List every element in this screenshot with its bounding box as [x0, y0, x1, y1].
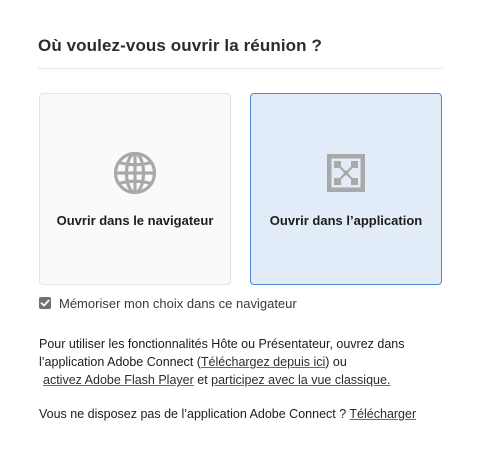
download-prefix: Vous ne disposez pas de l’application Ad… [39, 407, 350, 421]
info-line-2: l’application Adobe Connect (Téléchargez… [39, 353, 459, 371]
remember-choice-label: Mémoriser mon choix dans ce navigateur [59, 295, 297, 311]
classic-view-link[interactable]: participez avec la vue classique. [211, 373, 390, 387]
title-divider [38, 68, 443, 69]
download-from-here-link[interactable]: Téléchargez depuis ici [201, 355, 325, 369]
open-in-browser-card[interactable]: Ouvrir dans le navigateur [39, 93, 231, 285]
adobe-connect-app-icon [324, 151, 368, 195]
download-link[interactable]: Télécharger [349, 407, 416, 421]
checkmark-icon [40, 299, 50, 307]
info-line-3-mid: et [193, 373, 212, 387]
remember-choice-checkbox[interactable] [39, 297, 51, 309]
open-in-app-card[interactable]: Ouvrir dans l’application [250, 93, 442, 285]
globe-icon [113, 151, 157, 195]
download-row: Vous ne disposez pas de l’application Ad… [39, 405, 416, 423]
open-in-browser-label: Ouvrir dans le navigateur [56, 213, 214, 228]
info-line-1: Pour utiliser les fonctionnalités Hôte o… [39, 337, 405, 351]
info-line-3: activez Adobe Flash Player et participez… [39, 371, 459, 389]
dialog-title: Où voulez-vous ouvrir la réunion ? [38, 36, 322, 55]
info-line-2-prefix: l’application Adobe Connect ( [39, 355, 201, 369]
enable-flash-player-link[interactable]: activez Adobe Flash Player [43, 373, 194, 387]
info-line-2-suffix: ) ou [325, 355, 347, 369]
remember-choice-row: Mémoriser mon choix dans ce navigateur [39, 295, 297, 311]
open-in-app-label: Ouvrir dans l’application [269, 213, 423, 228]
host-presenter-info: Pour utiliser les fonctionnalités Hôte o… [39, 335, 459, 389]
